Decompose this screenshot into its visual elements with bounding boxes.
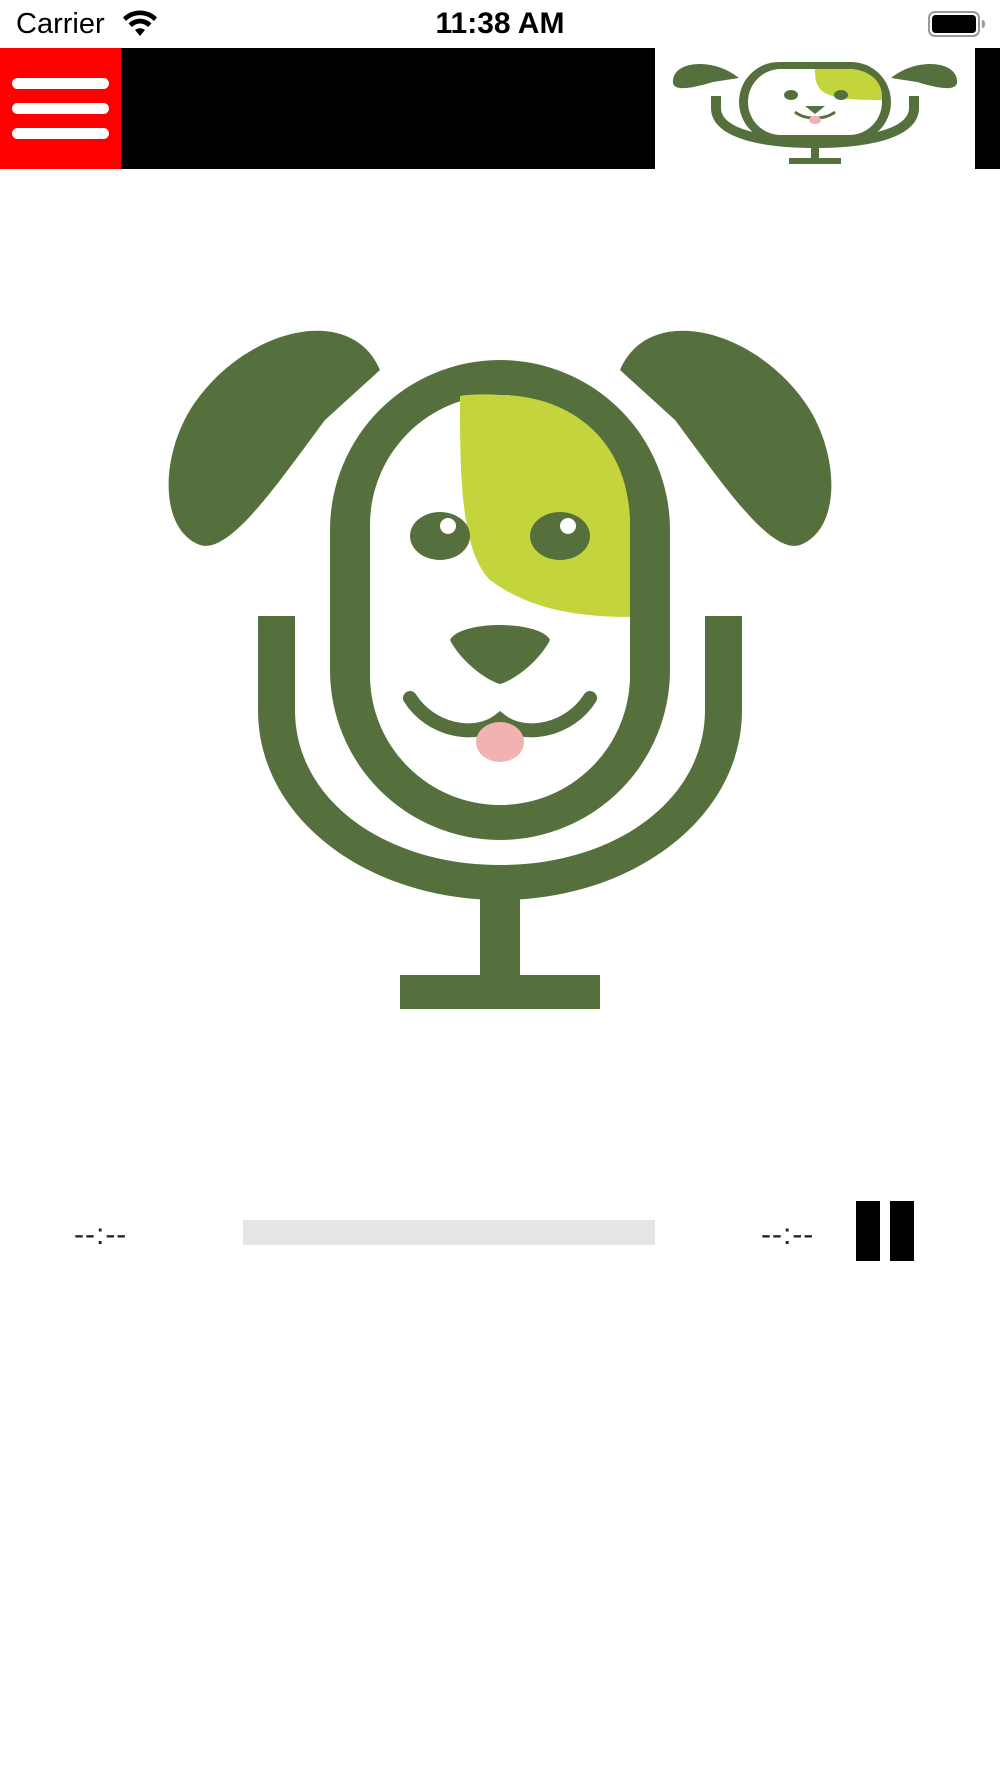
status-bar: Carrier 11:38 AM bbox=[0, 0, 1000, 48]
battery-icon bbox=[928, 11, 985, 37]
pause-button[interactable] bbox=[856, 1201, 916, 1261]
dog-microphone-logo bbox=[672, 62, 958, 164]
progress-slider[interactable] bbox=[243, 1220, 655, 1245]
menu-button[interactable] bbox=[0, 48, 121, 169]
header-logo bbox=[655, 48, 975, 169]
remaining-time: --:-- bbox=[761, 1218, 815, 1251]
status-time: 11:38 AM bbox=[435, 7, 565, 40]
elapsed-time: --:-- bbox=[74, 1218, 128, 1251]
app-screen: Carrier 11:38 AM --:-- --:-- bbox=[0, 0, 1000, 1778]
dog-microphone-logo bbox=[168, 330, 832, 1009]
audio-player: --:-- --:-- bbox=[0, 1190, 1000, 1280]
app-header bbox=[0, 48, 1000, 169]
podcast-artwork bbox=[130, 310, 870, 1020]
